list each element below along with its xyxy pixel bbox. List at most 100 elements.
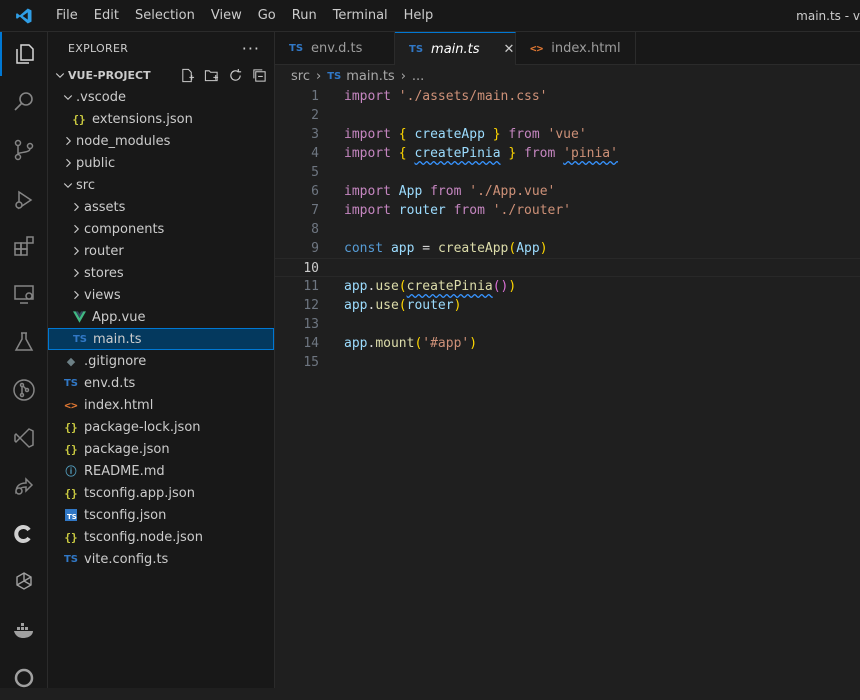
activity-bar bbox=[0, 32, 48, 688]
tree-item[interactable]: {} extensions.json bbox=[48, 108, 274, 130]
tree-item[interactable]: src bbox=[48, 174, 274, 196]
tree-item-label: main.ts bbox=[93, 331, 142, 347]
menu-selection[interactable]: Selection bbox=[127, 0, 203, 32]
code-token: App bbox=[398, 184, 423, 199]
code-line: 10 bbox=[275, 258, 860, 277]
line-number: 14 bbox=[303, 336, 319, 351]
code-line: 12 app.use(router) bbox=[275, 296, 860, 315]
openai-icon[interactable] bbox=[0, 560, 48, 604]
menu-view[interactable]: View bbox=[203, 0, 250, 32]
tree-item[interactable]: ◆ .gitignore bbox=[48, 350, 274, 372]
code-token: app bbox=[344, 298, 368, 313]
code-content: import { createApp } from 'vue' bbox=[344, 125, 587, 144]
tree-item[interactable]: node_modules bbox=[48, 130, 274, 152]
tree-item[interactable]: TS vite.config.ts bbox=[48, 548, 274, 570]
extensions-icon[interactable] bbox=[0, 224, 48, 268]
code-token: app bbox=[344, 279, 368, 294]
new-folder-icon[interactable] bbox=[202, 66, 220, 84]
code-content: import { createPinia } from 'pinia' bbox=[344, 144, 618, 163]
code-token: 'vue' bbox=[547, 127, 587, 142]
vue-file-icon bbox=[70, 311, 88, 323]
tree-item[interactable]: TS env.d.ts bbox=[48, 372, 274, 394]
line-number: 1 bbox=[311, 89, 319, 104]
visual-studio-icon[interactable] bbox=[0, 416, 48, 460]
tree-item-label: router bbox=[84, 243, 124, 259]
search-icon[interactable] bbox=[0, 80, 48, 124]
run-debug-icon[interactable] bbox=[0, 178, 48, 222]
tree-item[interactable]: {} tsconfig.app.json bbox=[48, 482, 274, 504]
source-control-icon[interactable] bbox=[0, 128, 48, 172]
menu-go[interactable]: Go bbox=[250, 0, 284, 32]
json-file-icon: {} bbox=[64, 486, 78, 500]
tab-index-html[interactable]: <> index.html bbox=[516, 32, 636, 64]
close-icon[interactable]: ✕ bbox=[504, 42, 515, 57]
codeium-icon[interactable] bbox=[0, 512, 48, 556]
tree-item[interactable]: views bbox=[48, 284, 274, 306]
breadcrumb: src › TS main.ts › ... bbox=[275, 65, 424, 87]
tree-item[interactable]: {} tsconfig.node.json bbox=[48, 526, 274, 548]
code-editor[interactable]: 1 import './assets/main.css' 2 3 import { cr… bbox=[275, 87, 860, 688]
tree-item[interactable]: stores bbox=[48, 262, 274, 284]
tsconfig-file-icon: TS bbox=[62, 509, 80, 521]
tree-item[interactable]: public bbox=[48, 152, 274, 174]
typescript-file-icon: TS bbox=[63, 553, 79, 565]
breadcrumb-symbols[interactable]: ... bbox=[412, 69, 424, 84]
vscode-logo-icon bbox=[0, 0, 48, 32]
chevron-down-icon bbox=[60, 91, 76, 103]
tree-item[interactable]: {} package.json bbox=[48, 438, 274, 460]
breadcrumb-folder[interactable]: src bbox=[291, 69, 310, 84]
code-token: import bbox=[344, 127, 391, 142]
tree-item[interactable]: components bbox=[48, 218, 274, 240]
menu-run[interactable]: Run bbox=[284, 0, 325, 32]
live-share-icon[interactable] bbox=[0, 464, 48, 508]
tree-item[interactable]: App.vue bbox=[48, 306, 274, 328]
code-line: 11 app.use(createPinia()) bbox=[275, 277, 860, 296]
explorer-icon[interactable] bbox=[0, 32, 48, 76]
tree-item[interactable]: TS main.ts bbox=[48, 328, 274, 350]
typescript-file-icon: TS bbox=[289, 42, 304, 54]
code-token: ) bbox=[469, 336, 478, 351]
tree-item-label: assets bbox=[84, 199, 126, 215]
tree-item[interactable]: {} package-lock.json bbox=[48, 416, 274, 438]
menu-terminal[interactable]: Terminal bbox=[325, 0, 396, 32]
tab-main-ts[interactable]: TS main.ts ✕ bbox=[395, 32, 516, 65]
line-number: 8 bbox=[311, 222, 319, 237]
testing-icon[interactable] bbox=[0, 320, 48, 364]
code-line: 9 const app = createApp(App) bbox=[275, 239, 860, 258]
chevron-right-icon bbox=[60, 157, 76, 169]
collapse-all-icon[interactable] bbox=[250, 66, 268, 84]
tree-item-label: node_modules bbox=[76, 133, 171, 149]
remote-explorer-icon[interactable] bbox=[0, 272, 48, 316]
more-actions-button[interactable]: ··· bbox=[242, 39, 260, 58]
git-graph-icon[interactable] bbox=[0, 368, 48, 412]
chevron-right-icon bbox=[68, 289, 84, 301]
menu-help[interactable]: Help bbox=[396, 0, 442, 32]
refresh-icon[interactable] bbox=[226, 66, 244, 84]
docker-icon[interactable] bbox=[0, 608, 48, 652]
tree-item[interactable]: TS tsconfig.json bbox=[48, 504, 274, 526]
code-line: 1 import './assets/main.css' bbox=[275, 87, 860, 106]
editor-tabs: TS env.d.ts TS main.ts ✕ <> index.html bbox=[275, 32, 860, 65]
breadcrumb-file[interactable]: main.ts bbox=[346, 69, 394, 84]
tree-item[interactable]: assets bbox=[48, 196, 274, 218]
code-content: app.mount('#app') bbox=[344, 334, 477, 353]
menu-file[interactable]: File bbox=[48, 0, 86, 32]
project-name: VUE-PROJECT bbox=[68, 68, 151, 82]
tree-item[interactable]: <> index.html bbox=[48, 394, 274, 416]
tree-item-label: env.d.ts bbox=[84, 375, 136, 391]
circle-icon[interactable] bbox=[0, 656, 48, 700]
tree-item[interactable]: router bbox=[48, 240, 274, 262]
tree-item-label: tsconfig.app.json bbox=[84, 485, 195, 501]
tree-item[interactable]: ⓘ README.md bbox=[48, 460, 274, 482]
chevron-right-icon bbox=[60, 135, 76, 147]
tree-item[interactable]: .vscode bbox=[48, 86, 274, 108]
tree-item-label: public bbox=[76, 155, 116, 171]
new-file-icon[interactable] bbox=[178, 66, 196, 84]
project-root[interactable]: VUE-PROJECT bbox=[48, 64, 274, 86]
menu-edit[interactable]: Edit bbox=[86, 0, 127, 32]
code-token: '#app' bbox=[422, 336, 470, 351]
json-file-icon: {} bbox=[64, 442, 78, 456]
tab-env-d-ts[interactable]: TS env.d.ts bbox=[275, 32, 395, 64]
line-number: 13 bbox=[303, 317, 319, 332]
